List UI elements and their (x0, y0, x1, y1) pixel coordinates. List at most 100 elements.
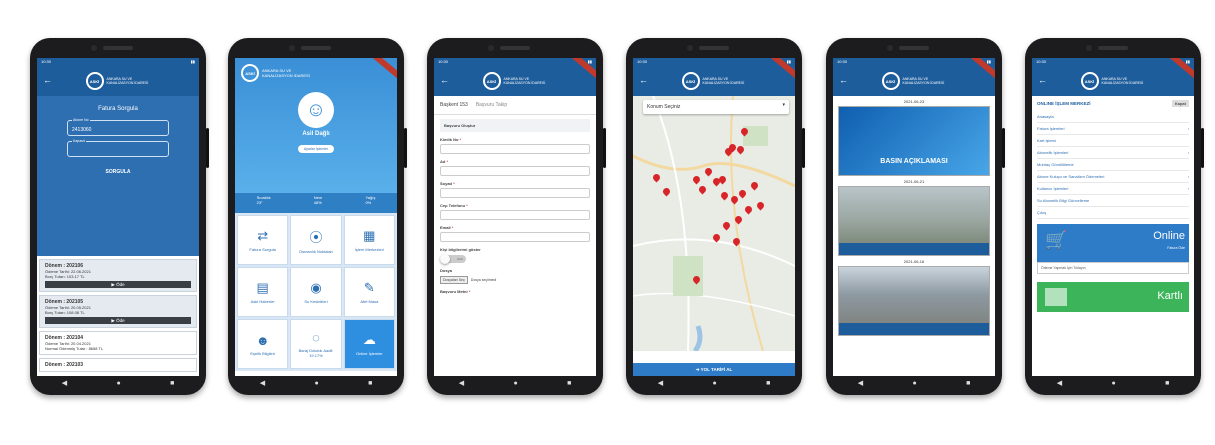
online-pay-link[interactable]: Ödeme Yapmak İçin Tıklayın (1037, 262, 1189, 274)
ad-input[interactable] (440, 166, 590, 176)
menu-item[interactable]: Fatura İşlemleri › (1037, 123, 1189, 135)
back-nav-icon[interactable]: ◀ (459, 379, 464, 387)
menu-item[interactable]: Abonelik İşlemleri › (1037, 147, 1189, 159)
back-nav-icon[interactable]: ◀ (658, 379, 663, 387)
tab-basvuru-takip[interactable]: Başvuru Takip (476, 102, 507, 108)
weather-value: 23° (256, 200, 263, 205)
menu-item[interactable]: Su Abonelik Bilgi Güncelleme (1037, 195, 1189, 207)
camera (488, 45, 530, 51)
home-nav-icon[interactable]: ● (116, 380, 120, 387)
screen: 10:30 ▮▮ ← ASKİ ANKARA SU VE KANALİZASYON… (1032, 58, 1194, 376)
phone-input[interactable] (440, 210, 590, 220)
menu-item[interactable]: Abone Kuluçu ve Sanalizm Ödemeleri › (1037, 171, 1189, 183)
tile-label: Afet Masa (360, 299, 379, 304)
app-bar: ← ASKİ ANKARA SU VE KANALİZASYON İDARESİ (434, 66, 596, 96)
recents-nav-icon[interactable]: ■ (368, 380, 372, 387)
tile-noktalar[interactable]: ⦿ Osmanlık Noktaları (290, 215, 342, 265)
tile-haberler[interactable]: ▤ Aski Haberler (237, 267, 289, 317)
map-view[interactable] (633, 96, 795, 351)
online-pay-card[interactable]: 🛒 Online Fatura Öde (1037, 224, 1189, 262)
back-arrow-icon[interactable]: ← (440, 75, 449, 85)
profile-header: ASKİ ANKARA SU VE KANALİZASYON İDARESİ ☺… (235, 58, 397, 193)
tab-bar: Başkent 153 Başvuru Takip (434, 96, 596, 115)
recents-nav-icon[interactable]: ■ (170, 380, 174, 387)
field-label-text: Email (440, 225, 451, 230)
tile-eselik[interactable]: ☻ Eşelik Bilgileri (237, 319, 289, 369)
close-button[interactable]: Kapat (1171, 100, 1189, 107)
home-nav-icon[interactable]: ● (513, 380, 517, 387)
soyad-input[interactable] (440, 188, 590, 198)
tile-online-islemler[interactable]: ☁ Online İşlemler (343, 319, 395, 369)
menu-item[interactable]: Muhtaç Gönüllüleme (1037, 159, 1189, 171)
news-item[interactable]: 2021-06-21 (838, 179, 990, 256)
back-nav-icon[interactable]: ◀ (1057, 379, 1062, 387)
email-input[interactable] (440, 232, 590, 242)
card-title: Kartlı (1157, 290, 1183, 302)
menu-item[interactable]: Anasayfa (1037, 111, 1189, 123)
recents-nav-icon[interactable]: ■ (766, 380, 770, 387)
back-arrow-icon[interactable]: ← (43, 75, 52, 85)
location-select[interactable]: Konum Seçiniz (643, 100, 789, 114)
settings-pill[interactable]: Ayarlar İşlemler (297, 145, 335, 153)
tile-label: Su Kesintileri (304, 299, 328, 304)
get-directions-button[interactable]: ➔ YOL TARİFİ AL (633, 363, 795, 376)
back-arrow-icon[interactable]: ← (839, 75, 848, 85)
tile-label: Baraj Doluluk Aadil: 19.17% (298, 348, 334, 358)
tile-fatura-sorgula[interactable]: ⇄ Fatura Sorgula (237, 215, 289, 265)
home-nav-icon[interactable]: ● (912, 380, 916, 387)
recents-nav-icon[interactable]: ■ (966, 380, 970, 387)
online-subtitle: Fatura Öde (1167, 246, 1185, 250)
logo-mark: ASKİ (241, 64, 259, 82)
back-arrow-icon[interactable]: ← (639, 75, 648, 85)
tile-label: İşlem Merkezleri (354, 247, 384, 252)
menu-item[interactable]: Kart İşlemi (1037, 135, 1189, 147)
back-arrow-icon[interactable]: ← (1038, 75, 1047, 85)
bill-amount: Borç Tutarı: 103.17 TL (45, 274, 85, 279)
tab-baskent-153[interactable]: Başkent 153 (440, 102, 468, 108)
menu-item[interactable]: Kullanıcı İşlemleri › (1037, 183, 1189, 195)
back-nav-icon[interactable]: ◀ (260, 379, 265, 387)
camera (91, 45, 133, 51)
chevron-right-icon: › (1187, 186, 1189, 191)
back-nav-icon[interactable]: ◀ (858, 379, 863, 387)
recents-nav-icon[interactable]: ■ (567, 380, 571, 387)
tile-baraj-doluluk[interactable]: ◌ Baraj Doluluk Aadil: 19.17% (290, 319, 342, 369)
query-button[interactable]: SORGULA (37, 169, 199, 175)
recents-nav-icon[interactable]: ■ (1165, 380, 1169, 387)
menu-item[interactable]: Çıkış (1037, 207, 1189, 219)
tile-afet-masa[interactable]: ✎ Afet Masa (343, 267, 395, 317)
person-icon: ☻ (255, 332, 270, 348)
menu-item-label: Anasayfa (1037, 114, 1054, 119)
screen: 10:30 ▮▮ ← ASKİ ANKARA SU VE KANALİZASYON… (434, 58, 596, 376)
logo-mark: ASKİ (881, 72, 900, 90)
captcha-field[interactable]: Kapasit (67, 139, 169, 157)
press-card: BASIN AÇIKLAMASI (838, 106, 990, 176)
news-item[interactable]: 2021-06-16 (838, 259, 990, 336)
card-payment-card[interactable]: Kartlı (1037, 282, 1189, 312)
tile-su-kesintileri[interactable]: ◉ Su Kesintileri (290, 267, 342, 317)
phone-online-islem: 10:30 ▮▮ ← ASKİ ANKARA SU VE KANALİZASYON… (1025, 38, 1204, 395)
tile-islem-merkezleri[interactable]: ▦ İşlem Merkezleri (343, 215, 395, 265)
pay-button[interactable]: ▶ Öde (45, 317, 191, 324)
home-nav-icon[interactable]: ● (314, 380, 318, 387)
choose-file-button[interactable]: Dosyaları Seç (440, 276, 468, 284)
back-nav-icon[interactable]: ◀ (62, 379, 67, 387)
logo-mark: ASKİ (1080, 72, 1099, 90)
query-panel: Fatura Sorgula Abone No 2413060 Kapasit … (37, 96, 199, 256)
home-nav-icon[interactable]: ● (712, 380, 716, 387)
menu-grid: ⇄ Fatura Sorgula ⦿ Osmanlık Noktaları ▦ İşl… (235, 213, 397, 371)
form-section-title: Başvuru Oluştur (440, 119, 590, 132)
avatar[interactable]: ☺ (298, 92, 334, 128)
field-label: Kapasit (72, 139, 86, 143)
file-picker: Dosyaları Seç Dosya seçilmedi (440, 276, 590, 284)
kimlik-no-input[interactable] (440, 144, 590, 154)
subscriber-number-field[interactable]: Abone No 2413060 (67, 118, 169, 136)
bill-item: Dönem : 202104 Ödeme Tarihi: 20.04.2021 … (39, 331, 197, 355)
privacy-toggle[interactable]: Gizli (440, 254, 466, 264)
file-label: Dosya (440, 268, 453, 273)
status-bar: 10:30 ▮▮ (37, 58, 199, 66)
field-value: 2413060 (72, 127, 92, 133)
home-nav-icon[interactable]: ● (1111, 380, 1115, 387)
news-item[interactable]: 2021-06-23 BASIN AÇIKLAMASI (838, 99, 990, 176)
pay-button[interactable]: ▶ Öde (45, 281, 191, 288)
